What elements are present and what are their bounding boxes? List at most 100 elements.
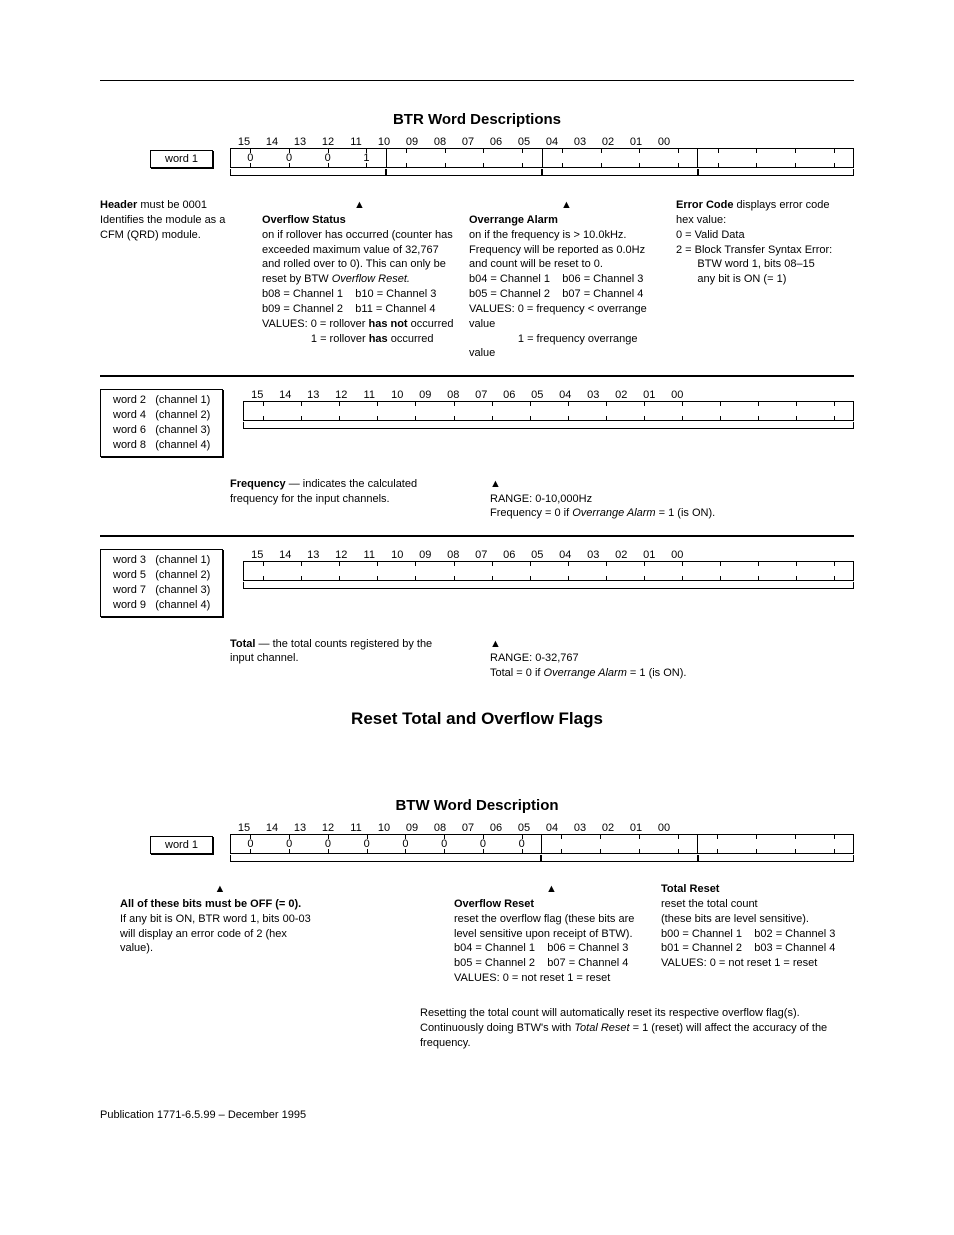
bit-cell: [282, 562, 320, 580]
btw-word1-label: word 1: [150, 836, 213, 854]
treset-l1: reset the total count: [661, 898, 758, 910]
bit-cell: [776, 149, 815, 167]
overrange-ch3: b06 = Channel 3: [562, 273, 643, 285]
overflow-v1: 1 = rollover: [311, 333, 369, 345]
bit-cell: [701, 562, 739, 580]
even-words-labels: word 2 (channel 1) word 4 (channel 2) wo…: [100, 389, 223, 456]
bit-cell: [659, 149, 699, 167]
total-description: Total — the total counts registered by t…: [230, 637, 854, 682]
treset-h: Total Reset: [661, 883, 719, 895]
bit-cell: [549, 562, 587, 580]
bit-label: 12: [327, 549, 355, 561]
off-h: All of these bits must be OFF (= 0).: [120, 898, 301, 910]
bit-label: 05: [523, 389, 551, 401]
bit-label: 04: [551, 389, 579, 401]
bit-cell: 0: [502, 835, 542, 853]
oreset-ch2: b05 = Channel 2: [454, 957, 535, 969]
bit-cell: [581, 835, 620, 853]
bit-label: 13: [299, 549, 327, 561]
bit-label: 01: [635, 389, 663, 401]
bit-cell: 0: [231, 149, 270, 167]
bit-cell: [358, 562, 396, 580]
bit-cell: [320, 562, 358, 580]
oreset-l1: reset the overflow flag (these bits are …: [454, 913, 634, 940]
bit-label: 02: [594, 822, 622, 834]
bit-cell: [701, 402, 739, 420]
bit-label: 13: [286, 136, 314, 148]
bit-label: 09: [398, 822, 426, 834]
bit-label: 12: [314, 822, 342, 834]
bit-label: 15: [230, 136, 258, 148]
bit-cell: [587, 402, 625, 420]
overrange-ch4: b07 = Channel 4: [562, 288, 643, 300]
bit-label: 00: [650, 822, 678, 834]
bit-cell: [244, 402, 282, 420]
btw-title: BTW Word Description: [100, 797, 854, 814]
freq-r2b: Overrange Alarm: [572, 507, 655, 519]
bit-label: 10: [383, 549, 411, 561]
freq-r2c: = 1 (is ON).: [656, 507, 716, 519]
oreset-h: Overflow Reset: [454, 898, 534, 910]
bit-cell: [663, 562, 701, 580]
bit-cell: [814, 149, 853, 167]
bit-cell: [739, 402, 777, 420]
overrange-l1: on if the frequency is > 10.0kHz. Freque…: [469, 229, 645, 271]
bit-label: 03: [566, 822, 594, 834]
bit-cell: [503, 149, 543, 167]
error-v2a: 2 = Block Transfer Syntax Error:: [676, 244, 832, 256]
bit-label: 03: [566, 136, 594, 148]
bit-cell: [815, 402, 853, 420]
bit-label: 07: [454, 136, 482, 148]
frequency-description: Frequency — indicates the calculated fre…: [230, 477, 854, 522]
overrange-h: Overrange Alarm: [469, 214, 558, 226]
total-r2c: = 1 (is ON).: [627, 667, 687, 679]
bit-label: 00: [650, 136, 678, 148]
bit-cell: [581, 149, 620, 167]
bit-cell: 0: [347, 835, 386, 853]
oreset-ch4: b07 = Channel 4: [547, 957, 628, 969]
bit-label: 02: [607, 389, 635, 401]
bit-cell: [320, 402, 358, 420]
bit-cell: [396, 402, 434, 420]
bit-label: 14: [271, 389, 299, 401]
bit-cell: [549, 402, 587, 420]
bit-label: 15: [243, 389, 271, 401]
header-h: Header: [100, 199, 137, 211]
bit-cell: [814, 835, 853, 853]
bit-cell: 0: [464, 835, 503, 853]
total-t: — the total counts registered by the inp…: [230, 638, 432, 665]
bit-label: 11: [355, 389, 383, 401]
treset-ch2: b01 = Channel 2: [661, 942, 742, 954]
btw-descriptions: ▲ All of these bits must be OFF (= 0). I…: [100, 882, 854, 986]
bit-label: 06: [482, 822, 510, 834]
btr-title: BTR Word Descriptions: [100, 111, 854, 128]
bit-label: 09: [398, 136, 426, 148]
overflow-ch3: b10 = Channel 3: [355, 288, 436, 300]
odd-words-labels: word 3 (channel 1) word 5 (channel 2) wo…: [100, 549, 223, 616]
top-rule: [100, 80, 854, 81]
bit-label: 09: [411, 389, 439, 401]
btw-notes: Resetting the total count will automatic…: [420, 1006, 854, 1051]
divider: [100, 375, 854, 377]
bit-label: 08: [439, 389, 467, 401]
treset-l2: (these bits are level sensitive).: [661, 913, 809, 925]
bit-cell: [658, 835, 698, 853]
bit-cell: [473, 402, 511, 420]
bit-label: 06: [495, 549, 523, 561]
treset-ch4: b03 = Channel 4: [754, 942, 835, 954]
treset-ch1: b00 = Channel 1: [661, 928, 742, 940]
bit-cell: 1: [347, 149, 387, 167]
overflow-v1c: occurred: [388, 333, 434, 345]
bit-label: 03: [579, 389, 607, 401]
bit-label: 11: [342, 822, 370, 834]
bit-cell: 0: [308, 149, 347, 167]
btr-word1-strip: 0001: [230, 148, 854, 168]
bit-label: 01: [635, 549, 663, 561]
header-t2: Identifies the module as a CFM (QRD) mod…: [100, 214, 225, 241]
bit-label: 04: [538, 822, 566, 834]
bit-cell: [244, 562, 282, 580]
bit-label: 05: [510, 822, 538, 834]
bit-cell: [282, 402, 320, 420]
overrange-ch2: b05 = Channel 2: [469, 288, 550, 300]
bit-cell: [815, 562, 853, 580]
